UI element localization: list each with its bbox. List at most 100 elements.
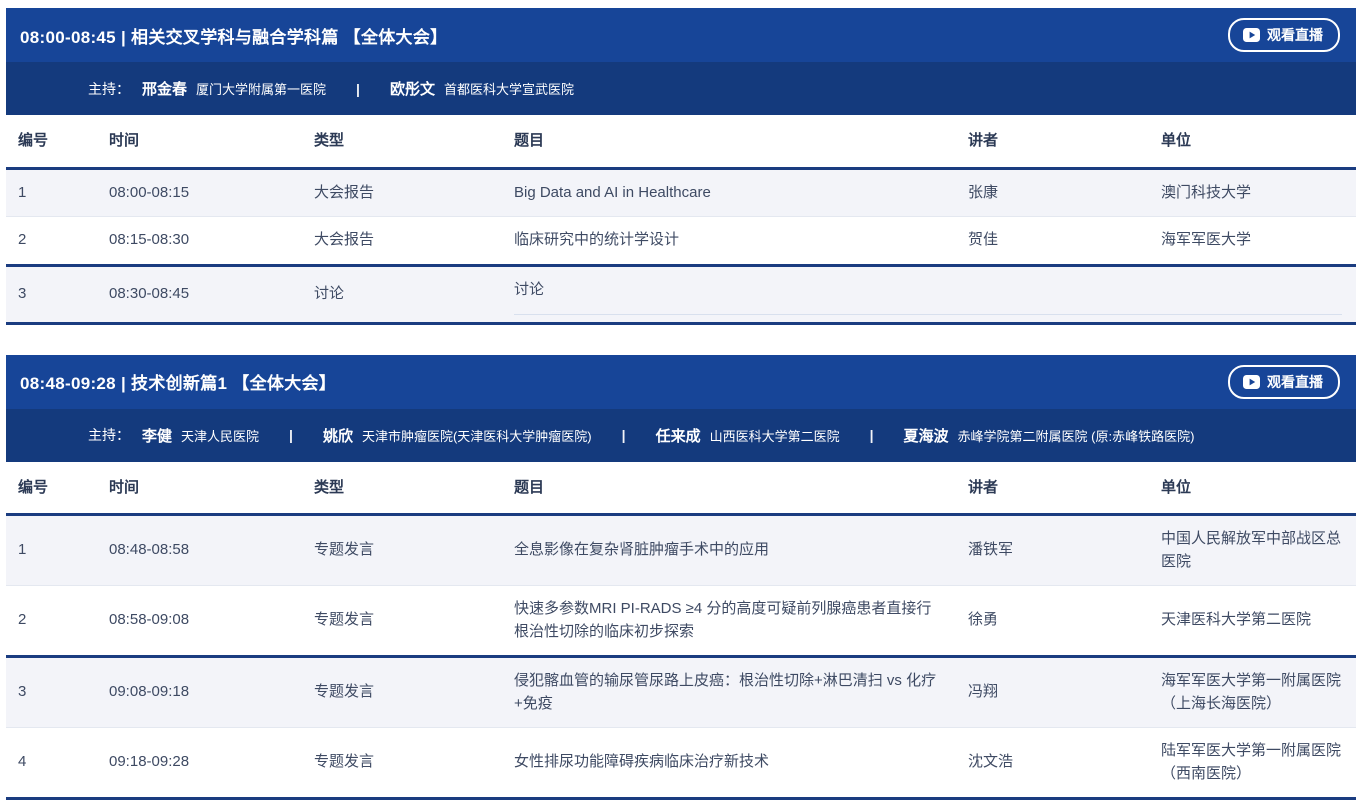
table-row: 309:08-09:18专题发言侵犯髂血管的输尿管尿路上皮癌：根治性切除+淋巴清…: [6, 658, 1356, 728]
cell-title: Big Data and AI in Healthcare: [502, 170, 956, 217]
cell-type: 专题发言: [302, 527, 502, 574]
cell-speaker: 潘铁军: [956, 527, 1149, 574]
table-header-row: 编号时间类型题目讲者单位: [6, 462, 1356, 517]
column-header: 单位: [1149, 462, 1356, 514]
host-entry: 夏海波赤峰学院第二附属医院 (原:赤峰铁路医院): [904, 425, 1195, 446]
column-header: 类型: [302, 462, 502, 514]
video-play-icon: [1243, 28, 1260, 42]
cell-org: 海军军医大学第一附属医院（上海长海医院）: [1149, 658, 1356, 727]
host-name: 李健: [142, 425, 172, 446]
cell-title: 临床研究中的统计学设计: [502, 217, 956, 264]
cell-org: 澳门科技大学: [1149, 170, 1356, 217]
host-name: 欧彤文: [390, 78, 435, 99]
session-section: 08:48-09:28 | 技术创新篇1 【全体大会】 观看直播 主持： 李健天…: [6, 355, 1356, 801]
cell-speaker: 贺佳: [956, 217, 1149, 264]
hosts-label: 主持：: [88, 79, 130, 99]
host-name: 任来成: [656, 425, 701, 446]
cell-speaker: 冯翔: [956, 669, 1149, 716]
column-header: 时间: [97, 115, 302, 167]
cell-time: 08:30-08:45: [97, 271, 302, 318]
cell-title: 讨论: [502, 267, 1356, 316]
session-header-bar: 08:48-09:28 | 技术创新篇1 【全体大会】 观看直播: [6, 355, 1356, 409]
host-entry: 任来成山西医科大学第二医院: [656, 425, 840, 446]
cell-org: 陆军军医大学第一附属医院（西南医院）: [1149, 728, 1356, 797]
table-row: 108:00-08:15大会报告Big Data and AI in Healt…: [6, 170, 1356, 218]
session-title: 08:48-09:28 | 技术创新篇1 【全体大会】: [20, 369, 336, 394]
host-affiliation: 天津市肿瘤医院(天津医科大学肿瘤医院): [362, 426, 592, 445]
host-affiliation: 厦门大学附属第一医院: [196, 79, 326, 98]
table-row: 409:18-09:28专题发言女性排尿功能障碍疾病临床治疗新技术沈文浩陆军军医…: [6, 728, 1356, 800]
host-entry: 邢金春厦门大学附属第一医院: [142, 78, 326, 99]
hosts-bar: 主持： 邢金春厦门大学附属第一医院 | 欧彤文首都医科大学宣武医院: [6, 62, 1356, 115]
cell-type: 大会报告: [302, 217, 502, 264]
column-header: 编号: [6, 462, 97, 514]
cell-time: 09:08-09:18: [97, 669, 302, 716]
watch-live-label: 观看直播: [1267, 372, 1323, 392]
column-header: 时间: [97, 462, 302, 514]
host-name: 邢金春: [142, 78, 187, 99]
cell-time: 08:15-08:30: [97, 217, 302, 264]
cell-no: 3: [6, 271, 97, 318]
cell-title: 侵犯髂血管的输尿管尿路上皮癌：根治性切除+淋巴清扫 vs 化疗+免疫: [502, 658, 956, 727]
cell-no: 4: [6, 739, 97, 786]
watch-live-label: 观看直播: [1267, 25, 1323, 45]
column-header: 单位: [1149, 115, 1356, 167]
host-separator: |: [289, 427, 293, 443]
cell-org: 中国人民解放军中部战区总医院: [1149, 516, 1356, 585]
table-row: 308:30-08:45讨论讨论: [6, 267, 1356, 325]
cell-no: 2: [6, 217, 97, 264]
conference-program-page: 08:00-08:45 | 相关交叉学科与融合学科篇 【全体大会】 观看直播 主…: [0, 0, 1362, 806]
column-header: 题目: [502, 115, 956, 167]
cell-org: 天津医科大学第二医院: [1149, 597, 1356, 644]
cell-no: 1: [6, 527, 97, 574]
watch-live-button[interactable]: 观看直播: [1228, 18, 1340, 52]
host-affiliation: 首都医科大学宣武医院: [444, 79, 574, 98]
video-play-icon: [1243, 375, 1260, 389]
cell-type: 专题发言: [302, 669, 502, 716]
cell-time: 08:48-08:58: [97, 527, 302, 574]
cell-type: 讨论: [302, 271, 502, 318]
cell-no: 3: [6, 669, 97, 716]
column-header: 讲者: [956, 462, 1149, 514]
host-affiliation: 山西医科大学第二医院: [710, 426, 840, 445]
host-affiliation: 天津人民医院: [181, 426, 259, 445]
watch-live-button[interactable]: 观看直播: [1228, 365, 1340, 399]
cell-no: 2: [6, 597, 97, 644]
host-entry: 欧彤文首都医科大学宣武医院: [390, 78, 574, 99]
cell-speaker: 徐勇: [956, 597, 1149, 644]
hosts-bar: 主持： 李健天津人民医院 | 姚欣天津市肿瘤医院(天津医科大学肿瘤医院) | 任来成山西…: [6, 409, 1356, 462]
cell-type: 大会报告: [302, 170, 502, 217]
session-section: 08:00-08:45 | 相关交叉学科与融合学科篇 【全体大会】 观看直播 主…: [6, 8, 1356, 325]
cell-no: 1: [6, 170, 97, 217]
cell-time: 09:18-09:28: [97, 739, 302, 786]
host-name: 夏海波: [904, 425, 949, 446]
cell-time: 08:58-09:08: [97, 597, 302, 644]
column-header: 类型: [302, 115, 502, 167]
host-entry: 姚欣天津市肿瘤医院(天津医科大学肿瘤医院): [323, 425, 592, 446]
session-table: 编号时间类型题目讲者单位 108:00-08:15大会报告Big Data an…: [6, 115, 1356, 325]
table-header-row: 编号时间类型题目讲者单位: [6, 115, 1356, 170]
cell-title: 全息影像在复杂肾脏肿瘤手术中的应用: [502, 527, 956, 574]
cell-org: 海军军医大学: [1149, 217, 1356, 264]
discussion-title-underlined: 讨论: [514, 279, 1342, 316]
cell-time: 08:00-08:15: [97, 170, 302, 217]
hosts-label: 主持：: [88, 425, 130, 445]
cell-title: 快速多参数MRI PI-RADS ≥4 分的高度可疑前列腺癌患者直接行根治性切除…: [502, 586, 956, 655]
host-entry: 李健天津人民医院: [142, 425, 259, 446]
cell-type: 专题发言: [302, 597, 502, 644]
table-row: 208:58-09:08专题发言快速多参数MRI PI-RADS ≥4 分的高度…: [6, 586, 1356, 658]
cell-type: 专题发言: [302, 739, 502, 786]
host-name: 姚欣: [323, 425, 353, 446]
column-header: 讲者: [956, 115, 1149, 167]
session-header-bar: 08:00-08:45 | 相关交叉学科与融合学科篇 【全体大会】 观看直播: [6, 8, 1356, 62]
cell-title: 女性排尿功能障碍疾病临床治疗新技术: [502, 739, 956, 786]
table-row: 108:48-08:58专题发言全息影像在复杂肾脏肿瘤手术中的应用潘铁军中国人民…: [6, 516, 1356, 586]
host-affiliation: 赤峰学院第二附属医院 (原:赤峰铁路医院): [958, 426, 1195, 445]
session-table: 编号时间类型题目讲者单位 108:48-08:58专题发言全息影像在复杂肾脏肿瘤…: [6, 462, 1356, 801]
host-separator: |: [356, 81, 360, 97]
column-header: 编号: [6, 115, 97, 167]
cell-speaker: 沈文浩: [956, 739, 1149, 786]
host-separator: |: [622, 427, 626, 443]
session-title: 08:00-08:45 | 相关交叉学科与融合学科篇 【全体大会】: [20, 23, 447, 48]
cell-speaker: 张康: [956, 170, 1149, 217]
